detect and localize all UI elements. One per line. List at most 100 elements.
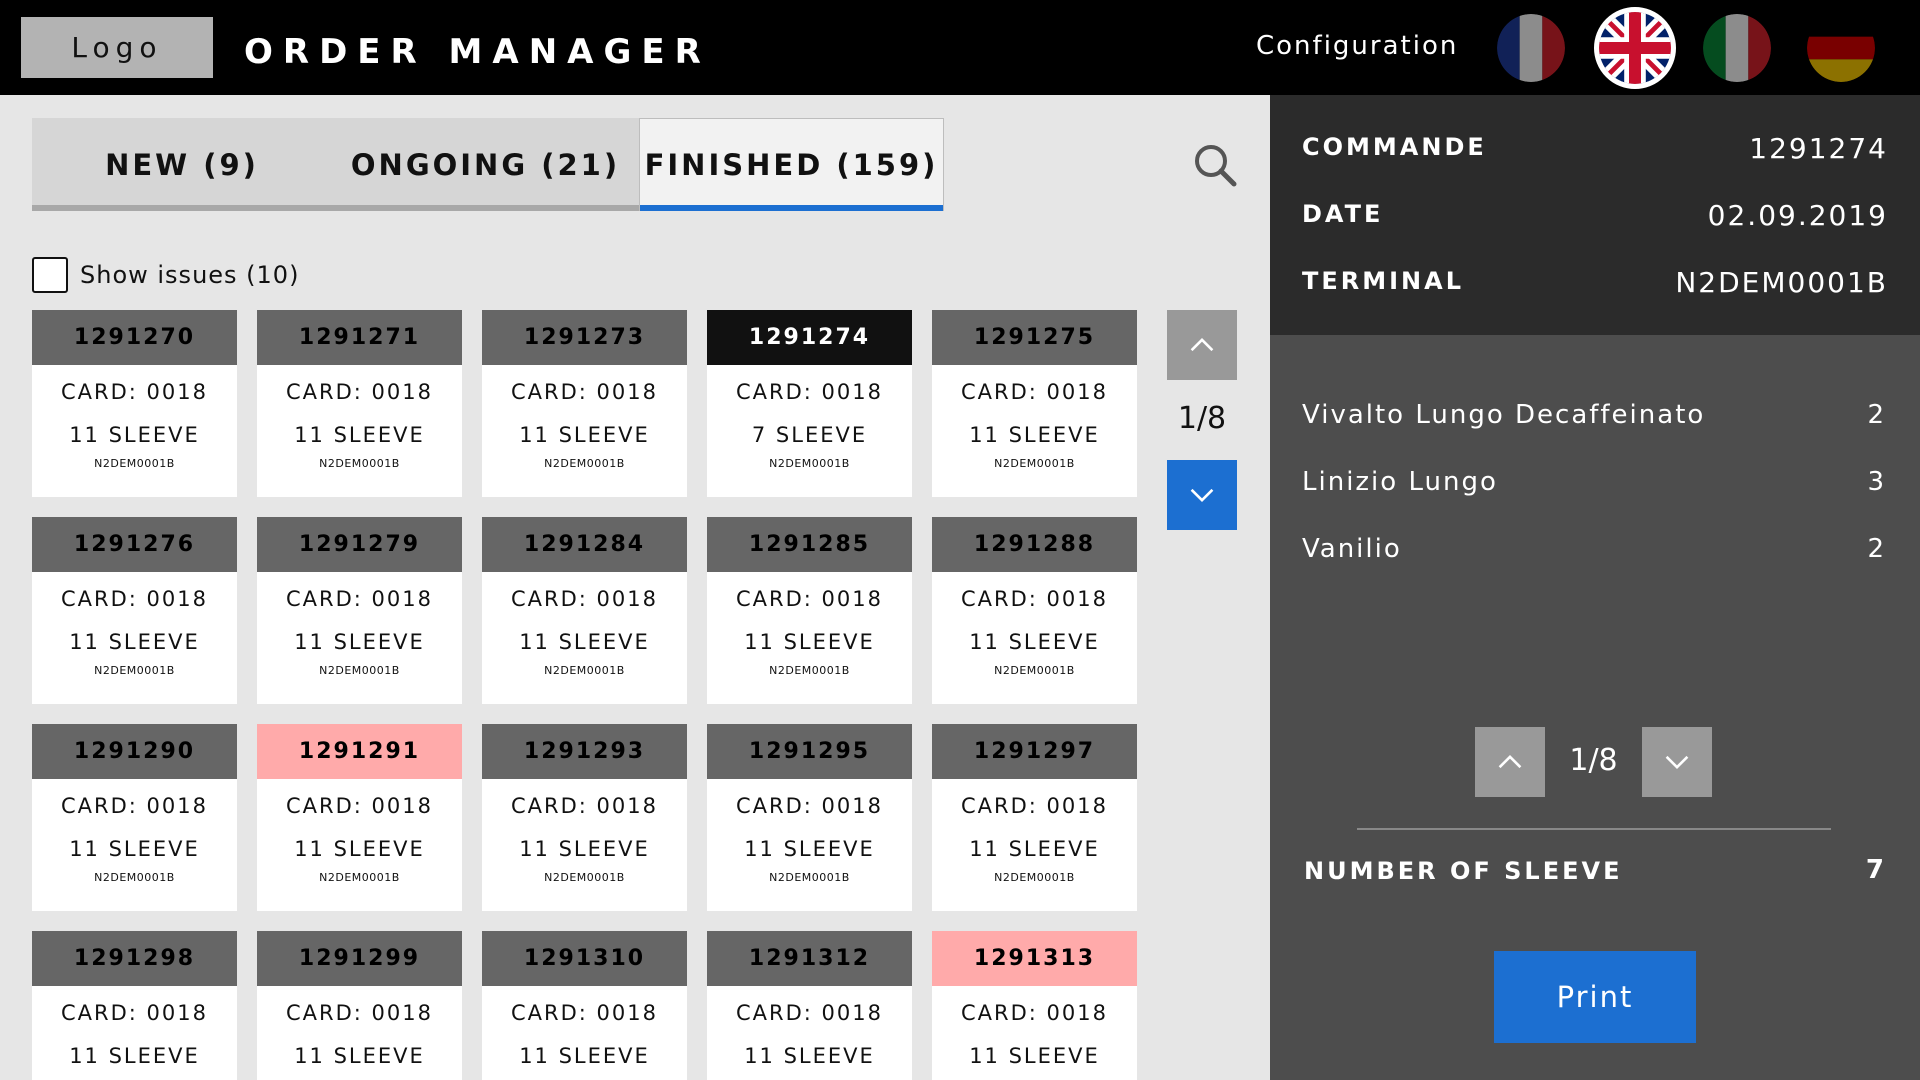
chevron-up-icon [1498,754,1522,769]
logo: Logo [21,17,213,78]
flag-english-icon[interactable] [1594,7,1676,89]
order-card[interactable]: 1291297 CARD: 0018 11 SLEEVE N2DEM0001B [932,724,1137,911]
order-card[interactable]: 1291290 CARD: 0018 11 SLEEVE N2DEM0001B [32,724,237,911]
order-card-number: CARD: 0018 [286,794,433,818]
order-card[interactable]: 1291313 CARD: 0018 11 SLEEVE [932,931,1137,1080]
order-card[interactable]: 1291284 CARD: 0018 11 SLEEVE N2DEM0001B [482,517,687,704]
order-number: 1291275 [932,310,1137,365]
order-card[interactable]: 1291273 CARD: 0018 11 SLEEVE N2DEM0001B [482,310,687,497]
order-terminal: N2DEM0001B [94,871,175,884]
date-value: 02.09.2019 [1707,199,1888,232]
order-card-number: CARD: 0018 [61,587,208,611]
order-sleeve-count: 11 SLEEVE [744,630,875,654]
order-card-number: CARD: 0018 [736,794,883,818]
order-number: 1291276 [32,517,237,572]
order-card[interactable]: 1291276 CARD: 0018 11 SLEEVE N2DEM0001B [32,517,237,704]
order-card-number: CARD: 0018 [736,1001,883,1025]
order-number: 1291295 [707,724,912,779]
order-terminal: N2DEM0001B [769,457,850,470]
order-card[interactable]: 1291299 CARD: 0018 11 SLEEVE [257,931,462,1080]
order-sleeve-count: 11 SLEEVE [519,1044,650,1068]
show-issues-filter[interactable]: Show issues (10) [32,255,299,295]
order-card[interactable]: 1291285 CARD: 0018 11 SLEEVE N2DEM0001B [707,517,912,704]
order-number: 1291299 [257,931,462,986]
detail-page-down-button[interactable] [1642,727,1712,797]
date-label: DATE [1302,200,1384,228]
order-sleeve-count: 11 SLEEVE [969,1044,1100,1068]
grid-page-down-button[interactable] [1167,460,1237,530]
detail-page-indicator: 1/8 [1569,743,1618,778]
order-number: 1291290 [32,724,237,779]
order-card-number: CARD: 0018 [511,587,658,611]
chevron-down-icon [1665,755,1689,770]
order-sleeve-count: 11 SLEEVE [294,837,425,861]
show-issues-label: Show issues (10) [80,261,300,289]
orders-panel: NEW (9) ONGOING (21) FINISHED (159) Show… [0,95,1270,1080]
order-sleeve-count: 11 SLEEVE [519,423,650,447]
order-terminal: N2DEM0001B [94,664,175,677]
order-number: 1291313 [932,931,1137,986]
order-card[interactable]: 1291310 CARD: 0018 11 SLEEVE [482,931,687,1080]
terminal-value: N2DEM0001B [1675,266,1888,299]
sleeve-count-value: 7 [1865,855,1884,885]
order-card[interactable]: 1291288 CARD: 0018 11 SLEEVE N2DEM0001B [932,517,1137,704]
commande-value: 1291274 [1749,132,1888,165]
print-button[interactable]: Print [1494,951,1696,1043]
flag-french-icon[interactable] [1497,14,1565,82]
order-sleeve-count: 11 SLEEVE [744,837,875,861]
order-terminal: N2DEM0001B [769,664,850,677]
order-card-number: CARD: 0018 [961,380,1108,404]
order-card-number: CARD: 0018 [511,1001,658,1025]
order-number: 1291293 [482,724,687,779]
order-terminal: N2DEM0001B [319,871,400,884]
grid-page-up-button[interactable] [1167,310,1237,380]
order-card-number: CARD: 0018 [511,794,658,818]
show-issues-checkbox[interactable] [32,257,68,293]
order-card[interactable]: 1291312 CARD: 0018 11 SLEEVE [707,931,912,1080]
order-terminal: N2DEM0001B [544,871,625,884]
order-card-number: CARD: 0018 [61,1001,208,1025]
chevron-up-icon [1190,337,1214,352]
order-card-number: CARD: 0018 [61,794,208,818]
tab-new[interactable]: NEW (9) [32,118,332,211]
order-terminal: N2DEM0001B [769,871,850,884]
app-title: ORDER MANAGER [244,32,711,72]
order-card-number: CARD: 0018 [961,1001,1108,1025]
order-terminal: N2DEM0001B [94,457,175,470]
order-terminal: N2DEM0001B [994,871,1075,884]
order-sleeve-count: 11 SLEEVE [519,630,650,654]
order-terminal: N2DEM0001B [994,457,1075,470]
configuration-link[interactable]: Configuration [1256,28,1458,64]
order-card[interactable]: 1291291 CARD: 0018 11 SLEEVE N2DEM0001B [257,724,462,911]
tab-ongoing[interactable]: ONGOING (21) [332,118,639,211]
order-terminal: N2DEM0001B [994,664,1075,677]
order-card[interactable]: 1291293 CARD: 0018 11 SLEEVE N2DEM0001B [482,724,687,911]
order-card-number: CARD: 0018 [61,380,208,404]
order-sleeve-count: 11 SLEEVE [519,837,650,861]
order-card[interactable]: 1291275 CARD: 0018 11 SLEEVE N2DEM0001B [932,310,1137,497]
product-name: Linizio Lungo [1302,467,1498,497]
flag-italian-icon[interactable] [1703,14,1771,82]
order-card[interactable]: 1291279 CARD: 0018 11 SLEEVE N2DEM0001B [257,517,462,704]
order-sleeve-count: 11 SLEEVE [969,837,1100,861]
top-bar: Logo ORDER MANAGER Configuration [0,0,1920,95]
order-number: 1291284 [482,517,687,572]
tab-finished[interactable]: FINISHED (159) [639,118,944,211]
order-card[interactable]: 1291270 CARD: 0018 11 SLEEVE N2DEM0001B [32,310,237,497]
order-detail-panel: COMMANDE 1291274 DATE 02.09.2019 TERMINA… [1270,95,1920,1080]
order-card-number: CARD: 0018 [736,380,883,404]
order-card-number: CARD: 0018 [961,794,1108,818]
order-sleeve-count: 11 SLEEVE [969,630,1100,654]
order-number: 1291273 [482,310,687,365]
order-card[interactable]: 1291298 CARD: 0018 11 SLEEVE [32,931,237,1080]
order-card[interactable]: 1291274 CARD: 0018 7 SLEEVE N2DEM0001B [707,310,912,497]
order-card[interactable]: 1291271 CARD: 0018 11 SLEEVE N2DEM0001B [257,310,462,497]
order-number: 1291271 [257,310,462,365]
order-card[interactable]: 1291295 CARD: 0018 11 SLEEVE N2DEM0001B [707,724,912,911]
status-tabs: NEW (9) ONGOING (21) FINISHED (159) [32,118,944,211]
search-icon[interactable] [1190,140,1240,190]
order-sleeve-count: 11 SLEEVE [69,1044,200,1068]
flag-german-icon[interactable] [1807,14,1875,82]
detail-page-up-button[interactable] [1475,727,1545,797]
product-quantity: 3 [1867,467,1884,497]
